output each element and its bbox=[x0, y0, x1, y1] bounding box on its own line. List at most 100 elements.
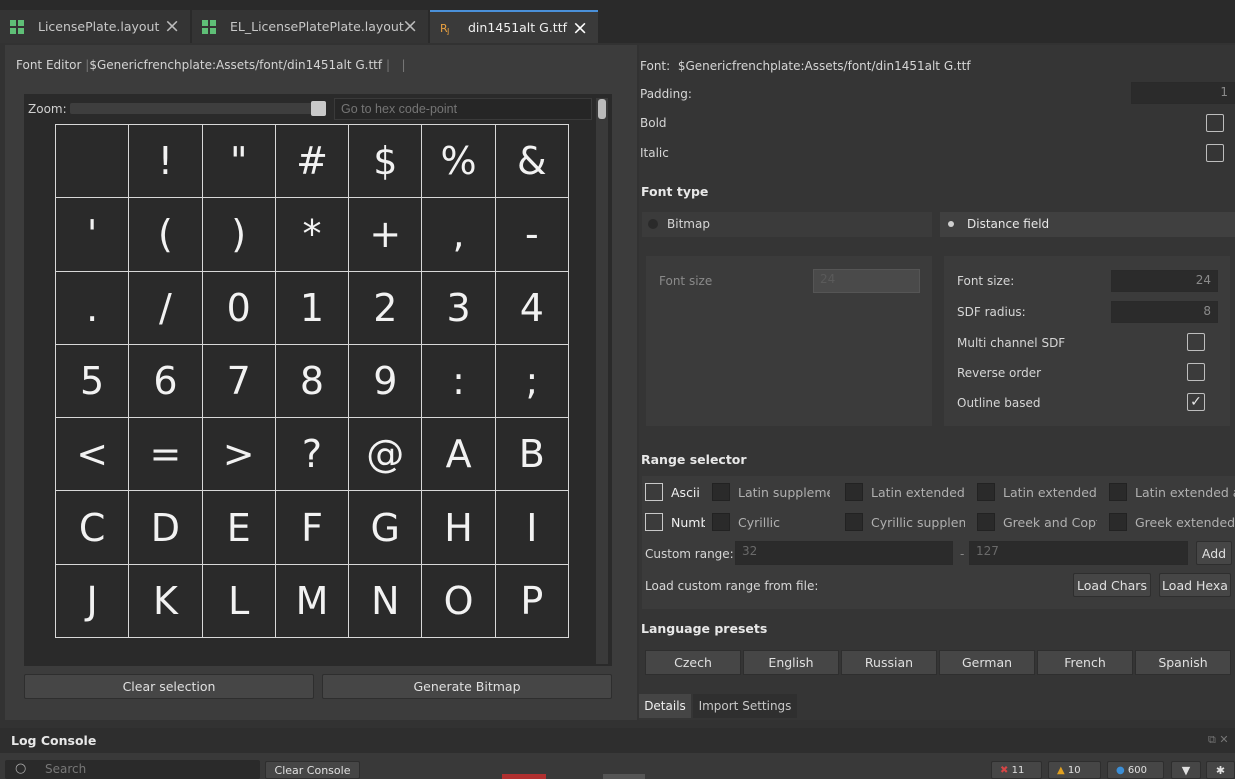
close-icon[interactable]: × bbox=[164, 16, 180, 36]
glyph-cell[interactable]: 4 bbox=[495, 271, 569, 345]
tab-el-licenseplateplate-layout[interactable]: EL_LicensePlatePlate.layout × bbox=[192, 10, 428, 43]
scrollbar-thumb[interactable] bbox=[598, 99, 606, 119]
checkbox[interactable] bbox=[977, 513, 995, 531]
gear-icon[interactable]: ✱ bbox=[1206, 761, 1235, 779]
glyph-cell[interactable]: * bbox=[275, 198, 350, 272]
checkbox[interactable] bbox=[645, 513, 663, 531]
checkbox[interactable] bbox=[712, 513, 730, 531]
load-chars-button[interactable]: Load Chars bbox=[1073, 573, 1151, 597]
glyph-cell[interactable]: K bbox=[129, 564, 203, 638]
glyph-cell[interactable]: F bbox=[275, 491, 350, 565]
glyph-cell[interactable]: < bbox=[56, 418, 130, 492]
glyph-cell[interactable]: & bbox=[495, 125, 569, 199]
glyph-cell[interactable]: 6 bbox=[129, 344, 203, 419]
language-preset-button[interactable]: German bbox=[939, 650, 1035, 675]
glyph-cell[interactable]: O bbox=[422, 564, 496, 638]
glyph-cell[interactable]: I bbox=[495, 491, 569, 565]
glyph-cell[interactable]: 5 bbox=[56, 344, 130, 419]
glyph-cell[interactable]: = bbox=[129, 418, 203, 492]
glyph-cell[interactable]: ) bbox=[202, 198, 276, 272]
range-option[interactable]: Cyrillic supplement bbox=[845, 513, 965, 531]
range-option[interactable]: Greek extended bbox=[1109, 513, 1235, 531]
glyph-cell[interactable]: G bbox=[349, 491, 423, 565]
glyph-cell[interactable]: 0 bbox=[202, 271, 276, 345]
warning-filter-button[interactable]: ▲ 10 bbox=[1048, 761, 1101, 779]
glyph-cell[interactable]: 7 bbox=[202, 344, 276, 419]
range-option[interactable]: Latin supplement bbox=[712, 483, 830, 501]
glyph-cell[interactable]: / bbox=[129, 271, 203, 345]
glyph-cell[interactable]: ; bbox=[495, 344, 569, 419]
glyph-cell[interactable]: @ bbox=[349, 418, 423, 492]
range-option[interactable]: Latin extended add bbox=[1109, 483, 1235, 501]
checkbox[interactable] bbox=[845, 483, 863, 501]
language-preset-button[interactable]: Czech bbox=[645, 650, 741, 675]
clear-selection-button[interactable]: Clear selection bbox=[24, 674, 314, 699]
tab-details[interactable]: Details bbox=[639, 694, 691, 718]
bold-checkbox[interactable] bbox=[1206, 114, 1224, 132]
glyph-cell[interactable] bbox=[56, 125, 130, 199]
glyph-cell[interactable]: C bbox=[56, 491, 130, 565]
glyph-cell[interactable]: 1 bbox=[275, 271, 350, 345]
bitmap-option[interactable]: Bitmap bbox=[642, 212, 932, 237]
italic-checkbox[interactable] bbox=[1206, 144, 1224, 162]
tab-font-file[interactable]: RJ din1451alt G.ttf × bbox=[430, 10, 598, 43]
range-option[interactable]: Latin extended bbox=[977, 483, 1097, 501]
error-filter-button[interactable]: ✖ 11 bbox=[991, 761, 1042, 779]
glyph-cell[interactable]: P bbox=[495, 564, 569, 638]
glyph-cell[interactable]: - bbox=[495, 198, 569, 272]
glyph-cell[interactable]: J bbox=[56, 564, 130, 638]
outline-based-checkbox[interactable]: ✓ bbox=[1187, 393, 1205, 411]
reverse-order-checkbox[interactable] bbox=[1187, 363, 1205, 381]
vertical-scrollbar[interactable] bbox=[596, 98, 608, 664]
custom-range-to[interactable]: 127 bbox=[969, 541, 1188, 565]
language-preset-button[interactable]: English bbox=[743, 650, 839, 675]
range-option[interactable]: Latin extended A bbox=[845, 483, 965, 501]
checkbox[interactable] bbox=[977, 483, 995, 501]
window-controls-icon[interactable]: ⧉ ✕ bbox=[1208, 733, 1229, 747]
glyph-cell[interactable]: > bbox=[202, 418, 276, 492]
glyph-cell[interactable]: M bbox=[275, 564, 350, 638]
glyph-cell[interactable]: 2 bbox=[349, 271, 423, 345]
language-preset-button[interactable]: French bbox=[1037, 650, 1133, 675]
checkbox[interactable] bbox=[645, 483, 663, 501]
range-option[interactable]: Numbers bbox=[645, 513, 705, 531]
glyph-cell[interactable]: B bbox=[495, 418, 569, 492]
padding-field[interactable]: 1 bbox=[1131, 82, 1235, 104]
glyph-cell[interactable]: ' bbox=[56, 198, 130, 272]
glyph-cell[interactable]: ( bbox=[129, 198, 203, 272]
glyph-cell[interactable]: , bbox=[422, 198, 496, 272]
add-range-button[interactable]: Add bbox=[1196, 541, 1232, 565]
checkbox[interactable] bbox=[1109, 513, 1127, 531]
tab-licenseplate-layout[interactable]: LicensePlate.layout × bbox=[0, 10, 190, 43]
glyph-cell[interactable]: 8 bbox=[275, 344, 350, 419]
glyph-cell[interactable]: " bbox=[202, 125, 276, 199]
hex-codepoint-input[interactable] bbox=[334, 98, 592, 120]
checkbox[interactable] bbox=[845, 513, 863, 531]
glyph-cell[interactable]: + bbox=[349, 198, 423, 272]
glyph-cell[interactable]: : bbox=[422, 344, 496, 419]
language-preset-button[interactable]: Russian bbox=[841, 650, 937, 675]
df-font-size-field[interactable]: 24 bbox=[1111, 270, 1218, 292]
glyph-cell[interactable]: N bbox=[349, 564, 423, 638]
custom-range-from[interactable]: 32 bbox=[735, 541, 953, 565]
glyph-cell[interactable]: E bbox=[202, 491, 276, 565]
language-preset-button[interactable]: Spanish bbox=[1135, 650, 1231, 675]
checkbox[interactable] bbox=[712, 483, 730, 501]
range-option[interactable]: Cyrillic bbox=[712, 513, 830, 531]
glyph-cell[interactable]: D bbox=[129, 491, 203, 565]
glyph-cell[interactable]: H bbox=[422, 491, 496, 565]
sdf-radius-field[interactable]: 8 bbox=[1111, 301, 1218, 323]
glyph-cell[interactable]: % bbox=[422, 125, 496, 199]
glyph-cell[interactable]: L bbox=[202, 564, 276, 638]
zoom-slider-handle[interactable] bbox=[311, 101, 326, 116]
close-icon[interactable]: × bbox=[402, 16, 418, 36]
glyph-cell[interactable]: # bbox=[275, 125, 350, 199]
info-filter-button[interactable]: ● 600 bbox=[1107, 761, 1164, 779]
range-option[interactable]: Ascii bbox=[645, 483, 705, 501]
glyph-cell[interactable]: ? bbox=[275, 418, 350, 492]
clear-console-button[interactable]: Clear Console bbox=[265, 761, 360, 779]
multi-channel-checkbox[interactable] bbox=[1187, 333, 1205, 351]
generate-bitmap-button[interactable]: Generate Bitmap bbox=[322, 674, 612, 699]
glyph-cell[interactable]: $ bbox=[349, 125, 423, 199]
distance-field-option[interactable]: Distance field bbox=[940, 212, 1235, 237]
